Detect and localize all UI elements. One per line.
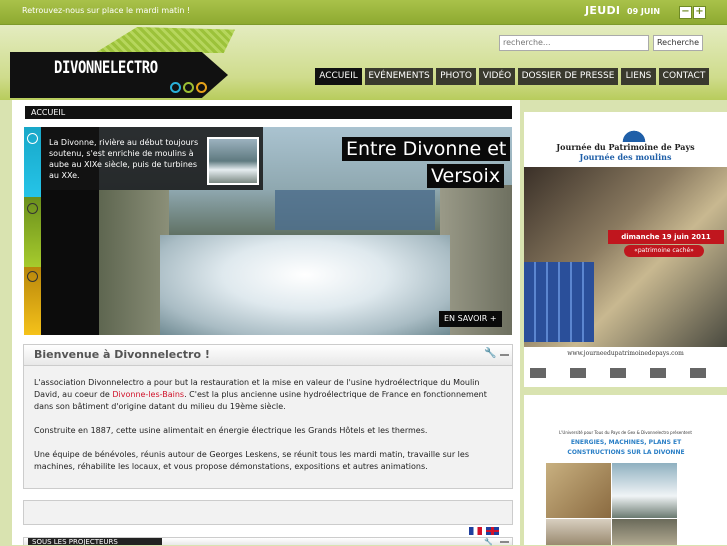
ad2-headline: ENERGIES, MACHINES, PLANS ET CONSTRUCTIO… (567, 439, 685, 456)
slide-indicator-3[interactable] (27, 271, 38, 282)
slide-indicator-1[interactable] (27, 133, 38, 144)
nav-photo[interactable]: PHOTO (436, 68, 476, 85)
french-flag-icon[interactable] (469, 527, 482, 535)
logo-dot-blue (170, 82, 181, 93)
nav-liens[interactable]: LIENS (621, 68, 656, 85)
current-day: JEUDI (585, 4, 621, 17)
logo-dot-orange (196, 82, 207, 93)
nav-contact[interactable]: CONTACT (659, 68, 709, 85)
breadcrumb: ACCUEIL (25, 106, 512, 119)
ad2-intro: L'Université pour Tous du Pays de Gex & … (559, 430, 692, 435)
ad2-photo-3 (546, 519, 611, 545)
logo-text[interactable]: DIVONNELECTRO (54, 58, 158, 78)
ad1-solar-panel (524, 262, 594, 342)
slide-indicator-2[interactable] (27, 203, 38, 214)
search-input[interactable]: recherche... (499, 35, 649, 51)
minimize-icon[interactable] (500, 541, 509, 543)
welcome-text-2: Construite en 1887, cette usine alimenta… (34, 426, 428, 435)
photo-sluice-gate (275, 190, 435, 230)
welcome-text-3: Une équipe de bénévoles, réunis autour d… (34, 450, 469, 471)
photo-wall-left (99, 190, 169, 335)
nav-accueil[interactable]: ACCUEIL (315, 68, 362, 85)
slide-title-line-2: Versoix (427, 164, 505, 188)
slide-description: La Divonne, rivière au début toujours so… (49, 138, 199, 180)
wrench-icon[interactable]: 🔧 (484, 348, 496, 359)
ad2-photo-1 (546, 463, 611, 518)
nav-dossier-de-presse[interactable]: DOSSIER DE PRESSE (518, 68, 618, 85)
nav-evenements[interactable]: EVÉNEMENTS (365, 68, 433, 85)
welcome-body: L'association Divonnelectro a pour but l… (34, 377, 504, 485)
photo-waterfall (160, 235, 450, 335)
slide-thumbnail[interactable] (207, 137, 259, 185)
empty-panel (23, 500, 513, 525)
welcome-title: Bienvenue à Divonnelectro ! (34, 348, 210, 361)
current-date: 09 JUIN (627, 7, 661, 16)
minimize-icon[interactable] (500, 354, 509, 356)
ad-energies-machines[interactable]: L'Université pour Tous du Pays de Gex & … (524, 395, 727, 545)
slide-title-line-1: Entre Divonne et (342, 137, 511, 161)
ad-journee-patrimoine[interactable]: Journée du Patrimoine de Pays Journée de… (524, 112, 727, 387)
slide-color-strip (24, 127, 41, 335)
logo-dot-green (183, 82, 194, 93)
ad2-photo-2 (612, 463, 677, 518)
ad1-title: Journée du Patrimoine de Pays (556, 142, 695, 152)
ad1-subtitle: Journée des moulins (579, 152, 672, 162)
ad1-theme: «patrimoine caché» (624, 245, 704, 257)
increase-text-button[interactable]: + (693, 6, 706, 19)
search-button[interactable]: Recherche (653, 35, 703, 51)
en-savoir-plus-button[interactable]: EN SAVOIR + (439, 311, 502, 327)
decrease-text-button[interactable]: − (679, 6, 692, 19)
ad2-photo-4 (612, 519, 677, 545)
tagline: Retrouvez-nous sur place le mardi matin … (22, 6, 191, 15)
english-flag-icon[interactable] (486, 527, 499, 535)
nav-video[interactable]: VIDÉO (479, 68, 515, 85)
ad1-sponsor-logos (530, 368, 720, 378)
divonne-les-bains-link[interactable]: Divonne-les-Bains (112, 390, 184, 399)
ad1-date: dimanche 19 juin 2011 (608, 230, 724, 244)
ad1-url[interactable]: www.journeedupatrimoinedepays.com (524, 350, 727, 357)
sun-logo-icon (617, 120, 651, 142)
projecteurs-title: SOUS LES PROJECTEURS (28, 538, 162, 545)
